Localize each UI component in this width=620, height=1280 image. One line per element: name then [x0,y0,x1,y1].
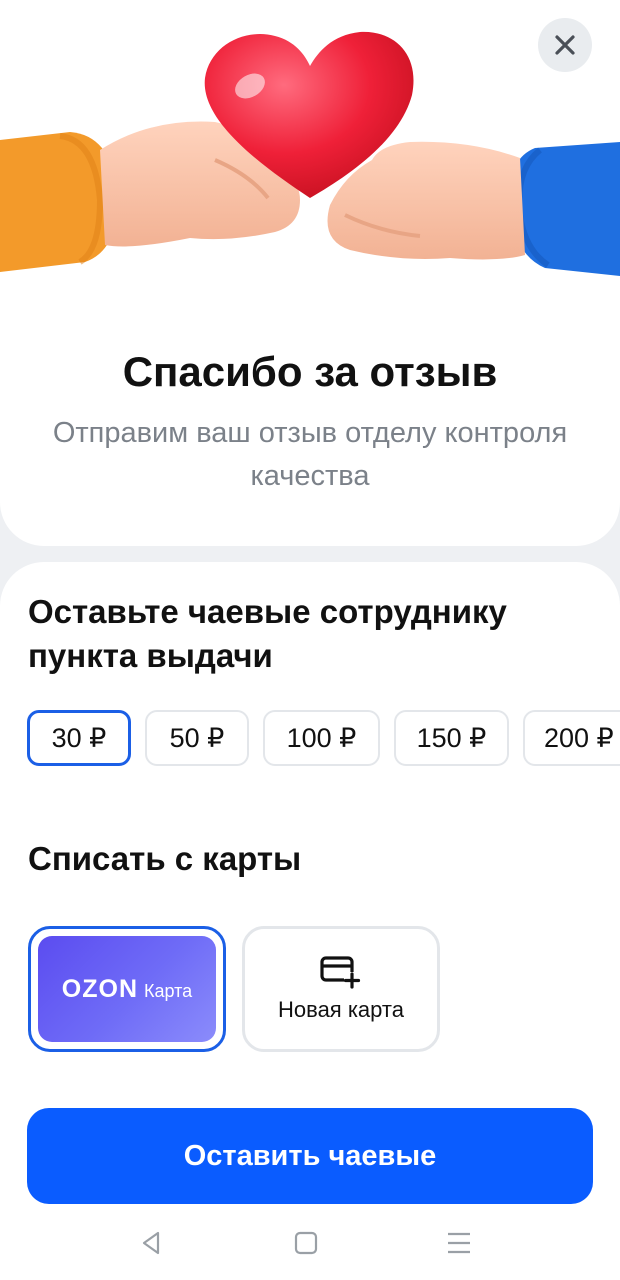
tip-chip-100[interactable]: 100 ₽ [263,710,380,766]
leave-tip-button[interactable]: Оставить чаевые [27,1108,593,1204]
tip-chip-150[interactable]: 150 ₽ [394,710,509,766]
card-plus-icon [320,956,361,989]
nav-menu-icon[interactable] [444,1228,474,1258]
tips-title: Оставьте чаевые сотруднику пункта выдачи [28,593,507,674]
system-nav-bar [0,1214,620,1270]
payment-title: Списать с карты [28,840,302,877]
ozon-card-label: Карта [144,980,193,1001]
nav-back-icon[interactable] [136,1228,166,1258]
new-card-option[interactable]: Новая карта [242,926,440,1052]
close-button[interactable] [538,18,592,72]
thank-you-card: Спасибо за отзыв Отправим ваш отзыв отде… [0,0,620,546]
tip-chip-200[interactable]: 200 ₽ [523,710,620,766]
tip-chip-30[interactable]: 30 ₽ [27,710,131,766]
page-title: Спасибо за отзыв [122,348,498,395]
ozon-card-option[interactable]: OZON Карта [28,926,226,1052]
nav-home-icon[interactable] [291,1228,321,1258]
close-icon [555,35,575,55]
ozon-card-face: OZON Карта [38,936,216,1042]
tip-amount-list: 30 ₽ 50 ₽ 100 ₽ 150 ₽ 200 ₽ [0,710,620,768]
tip-chip-50[interactable]: 50 ₽ [145,710,249,766]
heart-hands-illustration [0,31,620,276]
page-subtitle: Отправим ваш отзыв отделу контроля качес… [52,417,568,492]
ozon-logo: OZON [61,974,139,1003]
tips-card: Оставьте чаевые сотруднику пункта выдачи… [0,562,620,1280]
new-card-label: Новая карта [278,997,404,1022]
